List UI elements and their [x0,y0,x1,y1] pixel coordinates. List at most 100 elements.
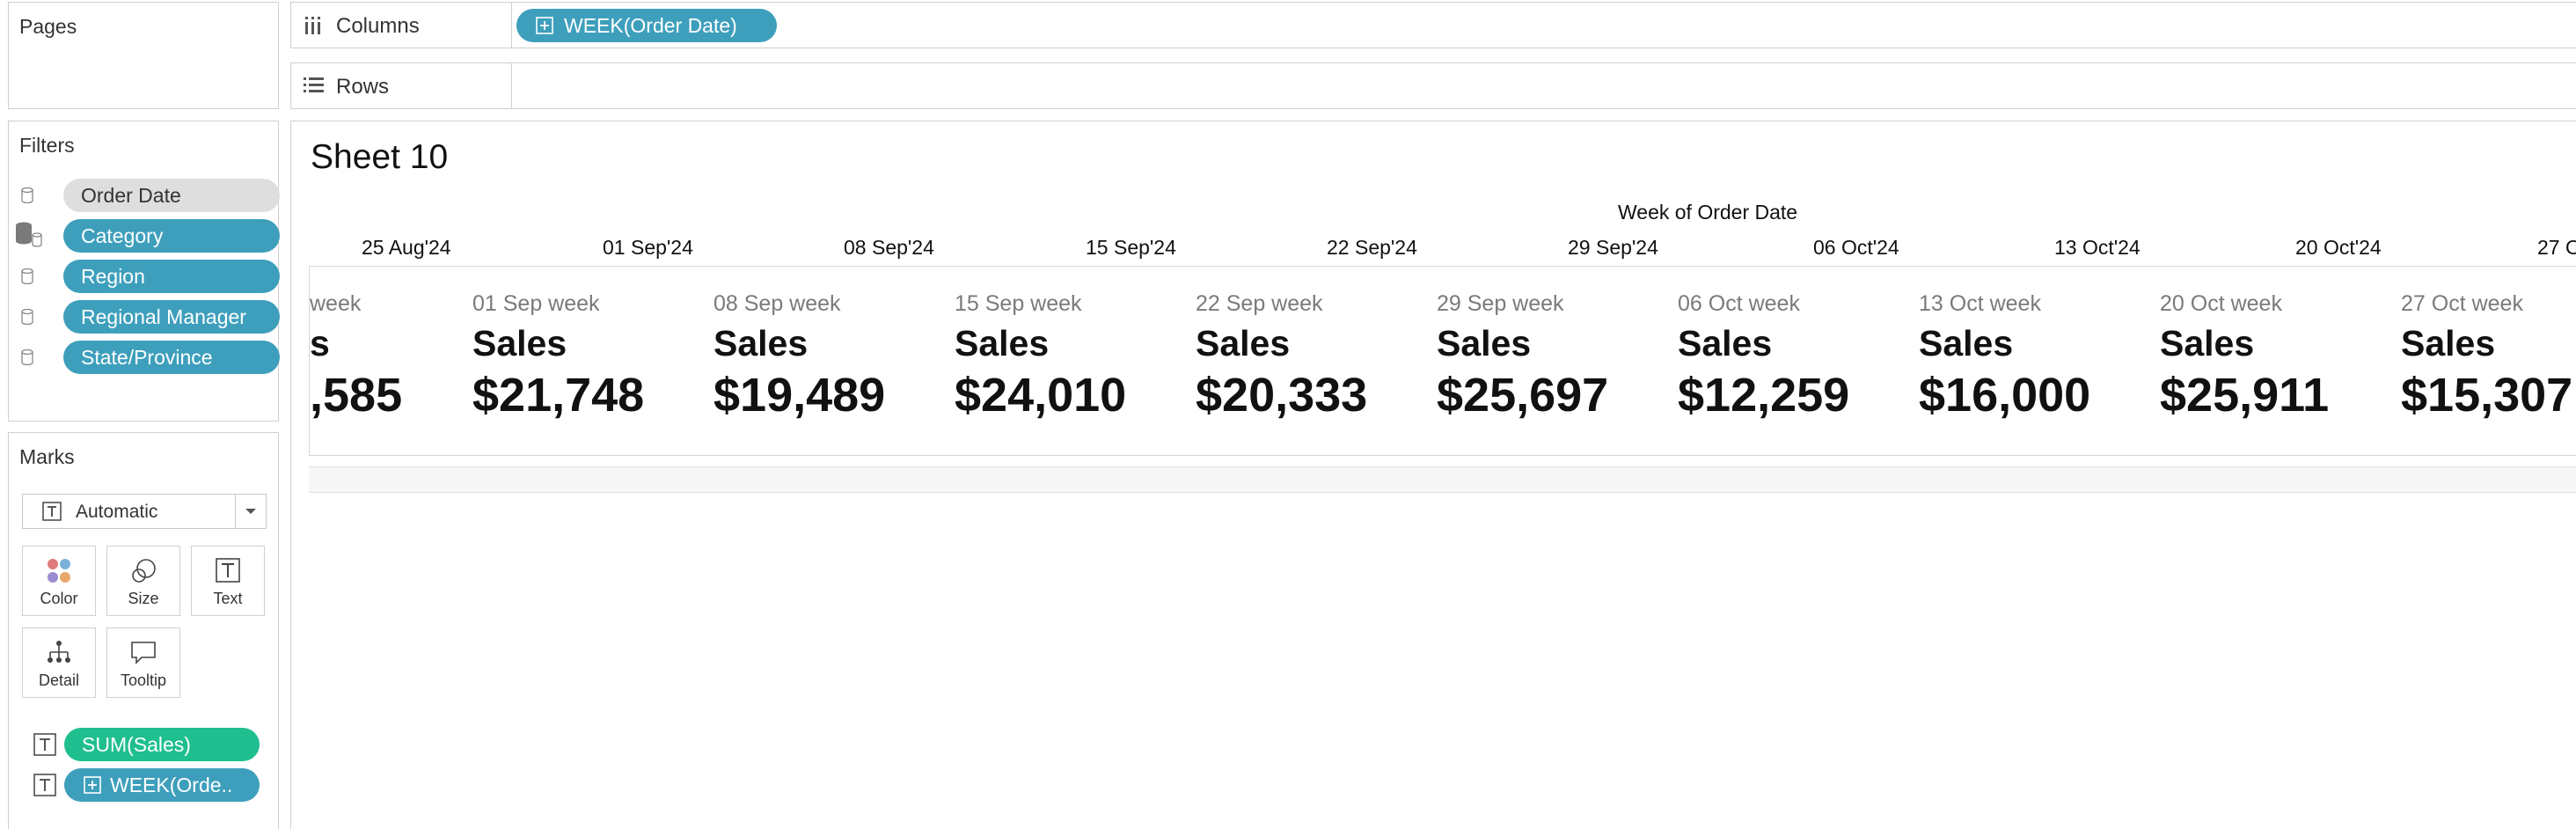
card-value: $20,333 [1196,369,1368,422]
card-value: $15,307 [2401,369,2573,422]
pages-title: Pages [19,15,77,38]
card-value: $25,911 [2160,369,2330,422]
week-order-date-pill[interactable]: WEEK(Orde.. [64,768,260,802]
card-value: $16,000 [1919,369,2091,422]
database-icon [21,268,33,284]
filter-pill[interactable]: Order Date [63,179,280,212]
database-icon [21,309,33,325]
marks-title: Marks [19,445,75,468]
color-button[interactable]: Color [22,546,96,616]
database-icon [21,187,33,203]
column-header[interactable]: 01 Sep'24 [603,236,693,260]
card-week: 20 Oct week [2160,291,2282,316]
filters-pane: Filters Order Date Category Region Regio… [8,121,280,422]
tooltip-icon [131,642,156,664]
filter-category[interactable]: Category [16,219,280,253]
card-value: $25,697 [1437,369,1609,422]
size-icon [132,559,156,583]
marks-pane: Marks Automatic Color Size Text Detail T… [8,432,279,829]
text-encoding-icon [33,733,56,756]
sum-sales-pill[interactable]: SUM(Sales) [64,728,260,761]
column-header[interactable]: 29 Sep'24 [1568,236,1658,260]
size-button[interactable]: Size [106,546,180,616]
tooltip-button[interactable]: Tooltip [106,627,180,698]
shelf-divider [511,63,512,108]
text-label: Text [213,590,243,607]
card-value: $19,489 [714,369,886,422]
filter-pill[interactable]: State/Province [63,341,280,374]
detail-label: Detail [38,671,80,689]
filter-region[interactable]: Region [21,260,280,293]
dropdown-arrow[interactable] [235,495,266,528]
card-week: week [310,291,362,316]
card-measure: Sales [1919,323,2014,363]
plus-box-icon [84,776,101,794]
card-value: $24,010 [955,369,1127,422]
card-week: 15 Sep week [955,291,1082,316]
detail-icon [48,641,70,663]
card-measure: s [310,323,330,363]
column-header[interactable]: 13 Oct'24 [2054,236,2141,260]
week-order-date-label: WEEK(Orde.. [110,774,233,796]
rows-label: Rows [336,75,390,99]
filter-pill[interactable]: Region [63,260,280,293]
database-stack-icon [16,222,42,247]
tooltip-label: Tooltip [120,671,167,689]
columns-icon [305,17,320,34]
columns-shelf[interactable]: Columns WEEK(Order Date) [290,2,2576,48]
column-header[interactable]: 08 Sep'24 [844,236,934,260]
worksheet-view[interactable]: Sheet 10 Week of Order Date 25 Aug'24 01… [290,121,2576,829]
horizontal-scrollbar[interactable] [309,466,2576,493]
card-week: 08 Sep week [714,291,841,316]
column-header[interactable]: 20 Oct'24 [2295,236,2382,260]
column-header[interactable]: 22 Sep'24 [1327,236,1417,260]
card-measure: Sales [955,323,1050,363]
card-week: 29 Sep week [1437,291,1564,316]
card-measure: Sales [2160,323,2255,363]
text-mark-icon [42,502,62,521]
column-header[interactable]: 25 Aug'24 [362,236,451,260]
filter-state-province[interactable]: State/Province [21,341,280,374]
card-value: ,585 [310,369,403,422]
card-measure: Sales [1678,323,1773,363]
filters-title: Filters [19,134,75,157]
text-icon [216,558,240,583]
pages-pane: Pages [8,2,279,109]
shelf-divider [511,3,512,48]
card-value: $21,748 [472,369,645,422]
color-label: Color [40,590,78,607]
card-week: 06 Oct week [1678,291,1800,316]
text-encoding-icon [33,774,56,796]
filter-pill[interactable]: Category [63,219,280,253]
rows-shelf[interactable]: Rows [290,62,2576,109]
mark-type-label: Automatic [76,502,158,522]
chevron-down-icon [245,509,256,514]
axis-title: Week of Order Date [1618,201,1798,224]
card-week: 22 Sep week [1196,291,1323,316]
card-measure: Sales [1437,323,1532,363]
card-week: 13 Oct week [1919,291,2041,316]
columns-week-pill[interactable]: WEEK(Order Date) [516,9,777,42]
filter-order-date[interactable]: Order Date [21,179,280,212]
size-label: Size [128,590,159,607]
column-header[interactable]: 06 Oct'24 [1813,236,1899,260]
column-header[interactable]: 27 O [2537,236,2576,260]
mark-type-dropdown[interactable]: Automatic [22,494,267,529]
plus-box-icon [536,17,553,34]
columns-pill-label: WEEK(Order Date) [564,14,737,37]
card-measure: Sales [472,323,567,363]
filter-regional-manager[interactable]: Regional Manager [21,300,280,334]
column-header[interactable]: 15 Sep'24 [1086,236,1176,260]
text-table-pane[interactable]: week s ,585 01 Sep week Sales $21,748 08… [309,266,2576,456]
card-week: 01 Sep week [472,291,600,316]
text-button[interactable]: Text [191,546,265,616]
color-icon [48,559,70,583]
card-measure: Sales [714,323,809,363]
card-value: $12,259 [1678,369,1850,422]
filter-pill[interactable]: Regional Manager [63,300,280,334]
detail-button[interactable]: Detail [22,627,96,698]
card-week: 27 Oct week [2401,291,2523,316]
sheet-title: Sheet 10 [311,138,449,176]
rows-icon [304,77,324,92]
database-icon [21,349,33,365]
